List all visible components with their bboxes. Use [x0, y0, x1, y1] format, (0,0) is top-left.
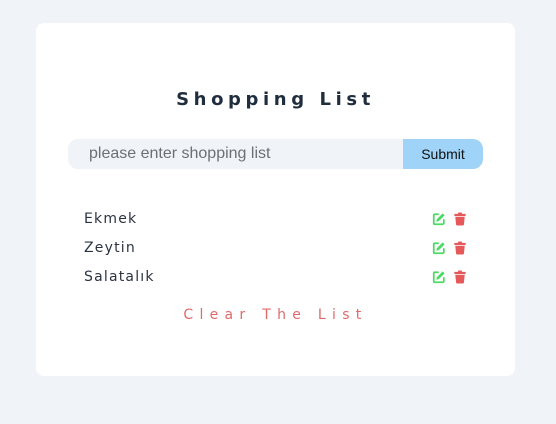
trash-icon[interactable]: [453, 241, 467, 255]
add-item-form: Submit: [68, 139, 483, 169]
shopping-list-card: Shopping List Submit Ekmek Zeytin: [36, 23, 515, 376]
clear-list-button[interactable]: Clear The List: [36, 307, 515, 323]
page-title: Shopping List: [176, 89, 375, 110]
item-actions: [432, 212, 467, 226]
list-item: Salatalık: [84, 262, 467, 291]
list-item-label: Salatalık: [84, 268, 155, 285]
edit-icon[interactable]: [432, 270, 446, 284]
list-item-label: Zeytin: [84, 239, 136, 256]
trash-icon[interactable]: [453, 212, 467, 226]
submit-button[interactable]: Submit: [403, 139, 483, 169]
edit-icon[interactable]: [432, 212, 446, 226]
edit-icon[interactable]: [432, 241, 446, 255]
list-item-label: Ekmek: [84, 210, 138, 227]
list-item: Zeytin: [84, 233, 467, 262]
item-actions: [432, 270, 467, 284]
shopping-list: Ekmek Zeytin Salatalık: [84, 204, 467, 291]
list-item: Ekmek: [84, 204, 467, 233]
shopping-item-input[interactable]: [68, 139, 403, 169]
trash-icon[interactable]: [453, 270, 467, 284]
item-actions: [432, 241, 467, 255]
